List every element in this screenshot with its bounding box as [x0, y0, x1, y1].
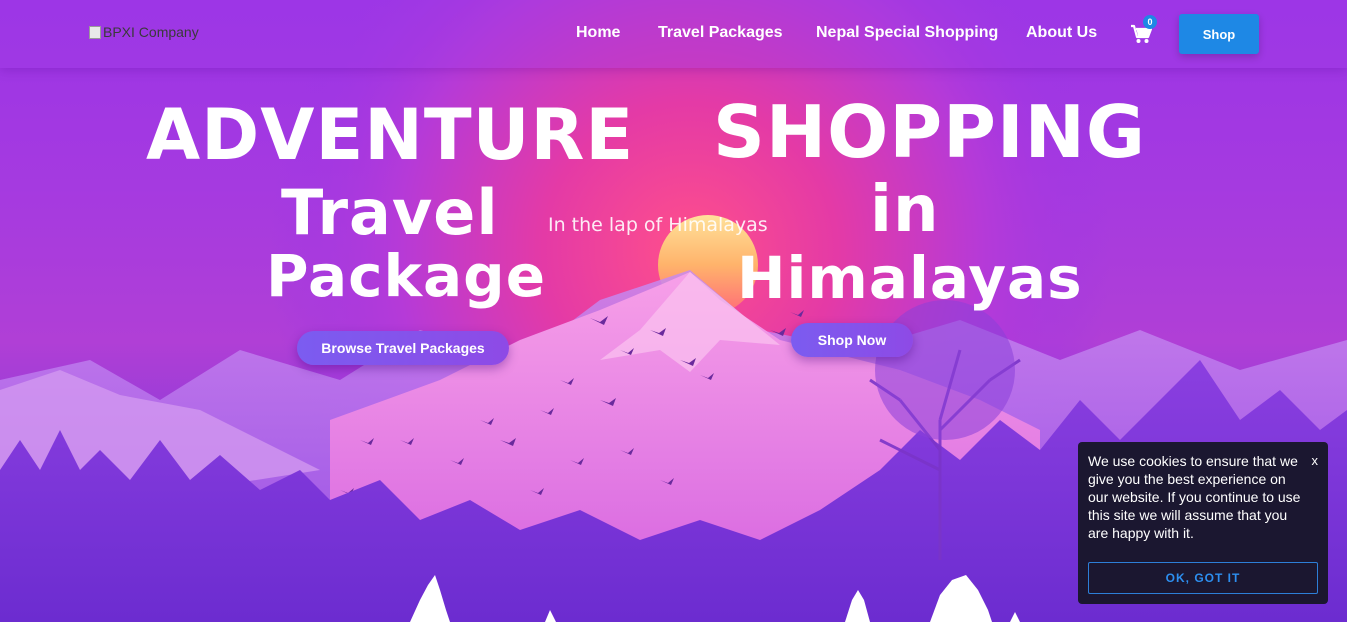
hero-left-line3: Package [266, 242, 547, 310]
top-navbar: BPXI Company Home Travel Packages Nepal … [0, 0, 1347, 68]
hero-right-line3: Himalayas [737, 244, 1083, 312]
browse-travel-packages-button[interactable]: Browse Travel Packages [297, 331, 509, 365]
hero-left-line2: Travel [281, 176, 499, 249]
cookie-accept-button[interactable]: OK, GOT IT [1088, 562, 1318, 594]
hero-right-line1: SHOPPING [713, 90, 1147, 174]
cart-count-badge: 0 [1143, 15, 1157, 29]
shop-button[interactable]: Shop [1179, 14, 1259, 54]
nav-link-travel-packages[interactable]: Travel Packages [658, 24, 783, 42]
hero-left-line1: ADVENTURE [146, 94, 635, 176]
broken-image-icon [89, 25, 101, 39]
nav-link-nepal-special-shopping[interactable]: Nepal Special Shopping [816, 24, 998, 42]
logo-alt-text: BPXI Company [103, 24, 199, 40]
nav-link-about-us[interactable]: About Us [1026, 24, 1097, 42]
cookie-consent-banner: We use cookies to ensure that we give yo… [1078, 442, 1328, 604]
page: BPXI Company Home Travel Packages Nepal … [0, 0, 1347, 622]
hero-tagline: In the lap of Himalayas [548, 214, 768, 236]
hero-right-line2: in [870, 173, 940, 247]
company-logo[interactable]: BPXI Company [89, 24, 199, 40]
cookie-close-button[interactable]: x [1312, 453, 1319, 468]
nav-link-home[interactable]: Home [576, 24, 620, 42]
cookie-message: We use cookies to ensure that we give yo… [1088, 453, 1301, 541]
shop-now-button[interactable]: Shop Now [791, 323, 913, 357]
